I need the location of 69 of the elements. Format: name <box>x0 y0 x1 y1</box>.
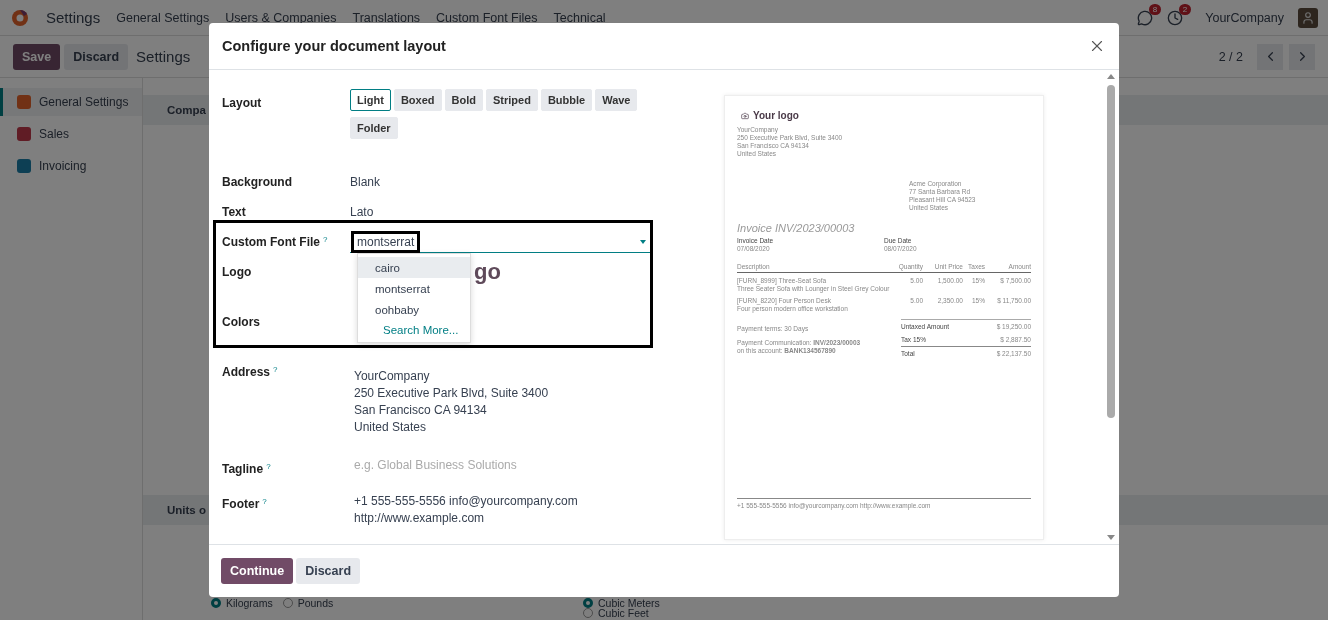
highlighted-value: montserrat <box>351 230 421 253</box>
radio-button[interactable] <box>282 598 293 608</box>
layout-option[interactable]: Boxed <box>393 89 442 111</box>
logo-image: go <box>474 259 501 285</box>
app-title: Settings <box>46 9 101 26</box>
layout-option[interactable]: Light <box>350 89 391 111</box>
company-name[interactable]: YourCompany <box>1205 10 1284 25</box>
radio-button[interactable] <box>583 608 593 618</box>
address-line: United States <box>354 419 428 435</box>
app-icon <box>17 127 31 141</box>
radio-option[interactable]: Pounds <box>282 598 334 608</box>
dropdown-option[interactable]: oohbaby <box>358 299 470 320</box>
footer-line: http://www.example.com <box>354 510 486 526</box>
field-label: Text <box>222 204 247 221</box>
dropdown-option[interactable]: montserrat <box>358 278 470 299</box>
app-icon <box>17 159 31 173</box>
dropdown-option[interactable]: cairo <box>358 257 470 278</box>
layout-option[interactable]: Bubble <box>540 89 593 111</box>
clock-icon[interactable] <box>1167 9 1184 26</box>
help-tooltip-mark[interactable]: ? <box>323 235 328 244</box>
field-label: Colors <box>222 314 261 331</box>
chat-icon[interactable] <box>1137 9 1154 26</box>
app-icon <box>17 95 31 109</box>
menu-item[interactable]: Translations <box>352 10 421 25</box>
layout-option[interactable]: Bold <box>444 89 483 111</box>
sidebar-item[interactable]: General Settings <box>0 88 142 116</box>
field-label: Footer <box>222 497 260 511</box>
field-value: Lato <box>350 204 374 221</box>
menu-item[interactable]: Technical <box>553 10 606 25</box>
search-more-link[interactable]: Search More... <box>358 320 470 336</box>
sidebar-item[interactable]: Sales <box>0 120 142 148</box>
menu-item[interactable]: General Settings <box>116 10 210 25</box>
field-label: Custom Font File <box>222 235 320 249</box>
address-line: San Francisco CA 94134 <box>354 402 488 418</box>
pager-counter: 2 / 2 <box>1218 49 1243 64</box>
field-label: Background <box>222 174 293 191</box>
notification-badge: 8 <box>1148 3 1162 15</box>
breadcrumb: Settings <box>136 48 191 65</box>
continue-button[interactable]: Continue <box>221 558 294 584</box>
field-label: Address <box>222 365 271 379</box>
field-label: Tagline <box>222 462 264 476</box>
footer-line: +1 555-555-5556 info@yourcompany.com <box>354 493 578 509</box>
save-button[interactable]: Save <box>13 43 61 70</box>
field-value: Blank <box>350 174 381 191</box>
layout-option[interactable]: Wave <box>595 89 638 111</box>
address-line: YourCompany <box>354 368 431 384</box>
camera-icon <box>741 111 749 120</box>
layout-option[interactable]: Folder <box>350 117 398 139</box>
preview-logo: Your logo <box>741 110 1031 121</box>
user-avatar[interactable] <box>1298 7 1318 28</box>
preview-title: Invoice INV/2023/00003 <box>737 222 856 234</box>
menu-item[interactable]: Custom Font Files <box>436 10 538 25</box>
layout-option[interactable]: Striped <box>485 89 538 111</box>
app-logo-icon <box>10 7 30 28</box>
field-label: Layout <box>222 95 263 112</box>
sidebar-item[interactable]: Invoicing <box>0 152 142 180</box>
radio-option[interactable]: Cubic Feet <box>583 608 649 618</box>
next-button[interactable] <box>1289 43 1315 70</box>
menu-item[interactable]: Users & Companies <box>225 10 337 25</box>
help-tooltip-mark[interactable]: ? <box>266 462 271 471</box>
address-line: 250 Executive Park Blvd, Suite 3400 <box>354 385 549 401</box>
discard-button[interactable]: Discard <box>296 558 361 584</box>
notification-badge: 2 <box>1178 3 1192 15</box>
discard-button[interactable]: Discard <box>64 43 129 70</box>
previous-button[interactable] <box>1257 43 1283 70</box>
field-label: Logo <box>222 264 253 281</box>
help-tooltip-mark[interactable]: ? <box>273 365 278 374</box>
dialog-title: Configure your document layout <box>222 38 446 54</box>
help-tooltip-mark[interactable]: ? <box>262 497 267 506</box>
